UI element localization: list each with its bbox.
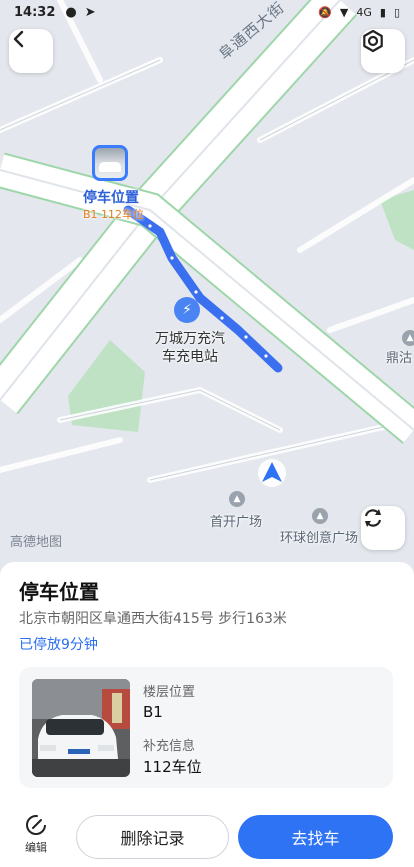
find-car-button[interactable]: 去找车 bbox=[238, 815, 393, 859]
poi-label[interactable]: 首开广场 bbox=[210, 511, 262, 530]
wechat-icon: ● bbox=[65, 4, 77, 20]
refresh-button[interactable] bbox=[361, 506, 405, 550]
car-thumbnail bbox=[95, 148, 125, 178]
parking-info-sheet: 停车位置 北京市朝阳区阜通西大街415号 步行163米 已停放9分钟 楼层位置 … bbox=[0, 562, 414, 867]
building-icon: ▲ bbox=[402, 330, 414, 346]
parking-marker-sub: B1 112车位 bbox=[83, 208, 145, 221]
gear-icon bbox=[363, 29, 383, 53]
building-icon: ▲ bbox=[312, 508, 328, 524]
sheet-title: 停车位置 bbox=[19, 580, 99, 604]
send-icon: ➤ bbox=[84, 4, 96, 20]
signal-icon: ▮ bbox=[379, 5, 386, 19]
parking-marker-title: 停车位置 bbox=[83, 190, 139, 206]
extra-info-label: 补充信息 bbox=[143, 739, 196, 754]
parking-duration: 已停放9分钟 bbox=[19, 637, 98, 653]
poi-label[interactable]: 环球创意广场 bbox=[280, 527, 358, 546]
parking-detail-card: 楼层位置 B1 补充信息 112车位 bbox=[19, 667, 393, 788]
status-time: 14:32 bbox=[14, 4, 56, 20]
parking-address: 北京市朝阳区阜通西大街415号 步行163米 bbox=[19, 611, 287, 627]
refresh-icon bbox=[364, 509, 382, 527]
settings-button[interactable] bbox=[361, 29, 405, 73]
edit-button[interactable]: 编辑 bbox=[14, 813, 58, 857]
car-photo[interactable] bbox=[32, 679, 130, 777]
extra-info-value: 112车位 bbox=[143, 758, 202, 776]
building-icon: ▲ bbox=[229, 491, 245, 507]
delete-record-button[interactable]: 删除记录 bbox=[76, 815, 229, 859]
charging-station-icon[interactable]: ⚡ bbox=[174, 297, 200, 323]
edit-label: 编辑 bbox=[25, 841, 47, 854]
network-label: 4G bbox=[356, 5, 372, 19]
status-bar: 14:32 ● ➤ 🔕 ▼ 4G ▮ ▯ bbox=[0, 0, 414, 24]
charging-station-label[interactable]: 万城万充汽车充电站 bbox=[150, 330, 230, 366]
floor-value: B1 bbox=[143, 703, 163, 721]
parking-marker[interactable] bbox=[92, 145, 128, 181]
back-arrow-icon bbox=[13, 30, 24, 48]
map-view[interactable]: 14:32 ● ➤ 🔕 ▼ 4G ▮ ▯ 阜通西大街 停车位置 B1 112车位… bbox=[0, 0, 414, 600]
wifi-icon: ▼ bbox=[339, 5, 349, 19]
brand-watermark: 高德地图 bbox=[10, 535, 63, 550]
map-canvas bbox=[0, 0, 414, 600]
back-button[interactable] bbox=[9, 29, 53, 73]
poi-label[interactable]: 鼎沽 bbox=[386, 347, 412, 366]
battery-icon: ▯ bbox=[393, 5, 400, 19]
mute-icon: 🔕 bbox=[318, 5, 332, 19]
floor-label: 楼层位置 bbox=[143, 685, 196, 700]
pencil-icon bbox=[26, 815, 46, 835]
action-bar: 编辑 删除记录 去找车 bbox=[0, 805, 414, 865]
